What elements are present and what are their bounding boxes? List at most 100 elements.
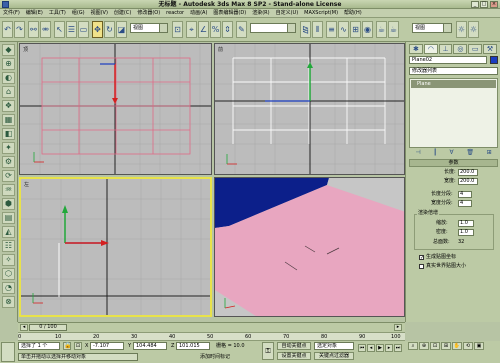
tool-icon-4[interactable]: ⌂	[2, 86, 15, 98]
parameters-rollout[interactable]: 参数	[409, 159, 498, 167]
key-filters-button[interactable]: 关键点过滤器	[314, 352, 354, 360]
select-by-name-icon[interactable]: ☰	[66, 21, 77, 38]
select-icon[interactable]: ↖	[54, 21, 65, 38]
stack-item-plane[interactable]: Plane	[411, 80, 496, 88]
viewport-front[interactable]: 前	[214, 43, 405, 175]
menu-tools[interactable]: 工具(T)	[49, 9, 66, 18]
key-icon[interactable]: ⚿	[262, 342, 274, 360]
tool-icon-7[interactable]: ◧	[2, 128, 15, 140]
menu-maxscript[interactable]: MAXScript(M)	[304, 9, 338, 18]
menu-edit[interactable]: 编辑(E)	[26, 9, 43, 18]
utilities-tab-icon[interactable]: ⚒	[483, 44, 497, 54]
motion-tab-icon[interactable]: ◎	[453, 44, 468, 54]
zoom-icon[interactable]: ⌕	[408, 342, 418, 350]
add-time-tag[interactable]: 添加时间标记	[200, 353, 230, 361]
menu-animation[interactable]: 动画(A)	[190, 9, 207, 18]
tool-icon-15[interactable]: ☷	[2, 240, 15, 252]
next-frame-icon[interactable]: ▸	[394, 324, 402, 331]
real-world-checkbox[interactable]	[419, 264, 424, 269]
object-color-swatch[interactable]	[490, 56, 498, 64]
next-key-icon[interactable]: ▸	[385, 344, 393, 352]
absolute-mode-icon[interactable]: ⊡	[74, 342, 82, 350]
tool-icon-17[interactable]: ⬡	[2, 268, 15, 280]
show-end-result-icon[interactable]: ┃	[433, 150, 437, 156]
viewport-perspective[interactable]: 透视	[214, 177, 405, 317]
tool-icon-10[interactable]: ⟳	[2, 170, 15, 182]
length-segs-input[interactable]: 4	[458, 191, 472, 198]
tool-icon-2[interactable]: ⊕	[2, 58, 15, 70]
width-input[interactable]: 200.0	[458, 178, 478, 185]
maximize-button[interactable]: □	[480, 1, 488, 8]
zoom-extents-all-icon[interactable]: ⊞	[441, 342, 451, 350]
quick-render-icon[interactable]: ☕	[388, 21, 399, 38]
unlink-icon[interactable]: ⚮	[40, 21, 51, 38]
curve-editor-icon[interactable]: ∿	[338, 21, 349, 38]
gen-uv-checkbox[interactable]: ✓	[419, 255, 424, 261]
remove-modifier-icon[interactable]: 🗑	[466, 150, 474, 156]
menu-group[interactable]: 组(G)	[72, 9, 85, 18]
time-slider-track[interactable]: ◂ 0 / 100 ▸	[18, 322, 405, 332]
tool-icon-12[interactable]: ⬢	[2, 198, 15, 210]
density-input[interactable]: 1.0	[458, 229, 474, 236]
scale-input[interactable]: 1.0	[458, 220, 474, 227]
layer-icon[interactable]: ≡	[326, 21, 337, 38]
render-view-combo[interactable]: 视图	[412, 23, 452, 33]
tool-icon-13[interactable]: ▤	[2, 212, 15, 224]
menu-create[interactable]: 创建(C)	[114, 9, 131, 18]
tool-icon-1[interactable]: ◆	[2, 44, 15, 56]
lock-selection-icon[interactable]: 🔒	[63, 342, 71, 350]
prev-key-icon[interactable]: ◂	[367, 344, 375, 352]
schematic-icon[interactable]: ⊞	[350, 21, 361, 38]
viewport-top[interactable]: 顶	[19, 43, 212, 175]
auto-key-button[interactable]: 自动关键点	[277, 342, 311, 350]
goto-end-icon[interactable]: ⏭	[394, 344, 402, 352]
percent-snap-icon[interactable]: %	[210, 21, 221, 38]
menu-customize[interactable]: 自定义(U)	[276, 9, 299, 18]
maxscript-listener-icon[interactable]	[1, 342, 15, 362]
tool-icon-14[interactable]: ◭	[2, 226, 15, 238]
tool-icon-8[interactable]: ✦	[2, 142, 15, 154]
angle-snap-icon[interactable]: ∠	[198, 21, 209, 38]
tool-icon-19[interactable]: ⊗	[2, 296, 15, 308]
display-tab-icon[interactable]: ▭	[468, 44, 483, 54]
menu-views[interactable]: 视图(V)	[91, 9, 108, 18]
reference-coord-combo[interactable]: 视图	[130, 23, 168, 33]
object-name-field[interactable]: Plane02	[409, 56, 487, 64]
render-frame-icon[interactable]: ☼	[456, 21, 467, 38]
tool-icon-5[interactable]: ❖	[2, 100, 15, 112]
configure-sets-icon[interactable]: ⊞	[487, 150, 492, 156]
spinner-snap-icon[interactable]: ⇕	[222, 21, 233, 38]
menu-graph-editors[interactable]: 图表编辑器(D)	[213, 9, 246, 18]
pan-icon[interactable]: ✋	[452, 342, 462, 350]
width-segs-input[interactable]: 4	[458, 200, 472, 207]
minimize-button[interactable]: _	[471, 1, 479, 8]
menu-file[interactable]: 文件(F)	[3, 9, 20, 18]
pivot-icon[interactable]: ⊡	[172, 21, 183, 38]
mirror-icon[interactable]: ⧎	[300, 21, 311, 38]
viewport-left[interactable]: 左	[19, 177, 212, 317]
tool-icon-6[interactable]: ▦	[2, 114, 15, 126]
material-editor-icon[interactable]: ◉	[362, 21, 373, 38]
length-input[interactable]: 200.0	[458, 169, 478, 176]
named-selection-combo[interactable]	[250, 23, 296, 33]
snap-icon[interactable]: ⌖	[186, 21, 197, 38]
redo-icon[interactable]: ↷	[14, 21, 25, 38]
rotate-icon[interactable]: ↻	[104, 21, 115, 38]
tool-icon-3[interactable]: ◐	[2, 72, 15, 84]
menu-help[interactable]: 帮助(H)	[344, 9, 362, 18]
tool-icon-16[interactable]: ✧	[2, 254, 15, 266]
move-icon[interactable]: ✥	[92, 21, 103, 38]
tool-icon-9[interactable]: ⚙	[2, 156, 15, 168]
align-icon[interactable]: ⫴	[312, 21, 323, 38]
x-coord-input[interactable]: -7.107	[90, 342, 124, 350]
track-bar[interactable]: 0 10 20 30 40 50 60 70 80 90 100	[18, 332, 405, 341]
region-select-icon[interactable]: ▭	[78, 21, 89, 38]
prev-frame-icon[interactable]: ◂	[20, 324, 28, 331]
z-coord-input[interactable]: 101.015	[176, 342, 210, 350]
tool-icon-11[interactable]: ♒	[2, 184, 15, 196]
hierarchy-tab-icon[interactable]: ⊥	[438, 44, 453, 54]
maximize-viewport-icon[interactable]: ▣	[474, 342, 484, 350]
create-tab-icon[interactable]: ✱	[409, 44, 423, 54]
y-coord-input[interactable]: 104.484	[133, 342, 167, 350]
play-icon[interactable]: ▶	[376, 344, 384, 352]
